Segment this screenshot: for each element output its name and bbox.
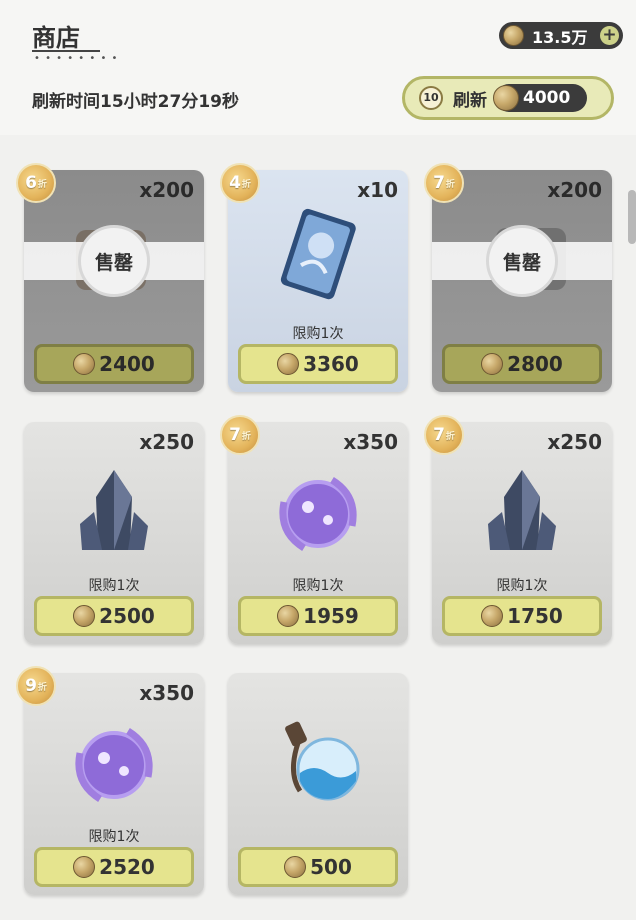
currency-amount: 13.5万 <box>532 27 588 47</box>
discount-suffix: 折 <box>37 179 47 190</box>
discount-value: 7 <box>229 425 241 445</box>
item-price: 2400 <box>99 352 155 376</box>
discount-suffix: 折 <box>241 431 251 442</box>
item-quantity: x250 <box>547 430 602 454</box>
item-price: 1750 <box>507 604 563 628</box>
refresh-timer: 刷新时间15小时27分19秒 <box>32 92 239 112</box>
page-title: 商店 <box>32 24 80 52</box>
discount-badge: 7折 <box>424 415 464 455</box>
coin-icon <box>277 353 300 375</box>
refresh-cost: 4000 <box>493 84 587 112</box>
coin-icon <box>481 353 504 375</box>
coin-icon <box>481 605 504 627</box>
discount-badge: 9折 <box>16 666 56 706</box>
purchase-limit: 限购1次 <box>496 578 548 594</box>
crystal-icon <box>488 470 556 550</box>
discount-value: 7 <box>433 425 445 445</box>
shop-item-card[interactable]: x200 售罄 2400 6折 <box>16 163 204 392</box>
coin-icon <box>73 856 96 878</box>
purple-orb-icon <box>75 728 153 802</box>
item-quantity: x200 <box>547 178 602 202</box>
coin-icon <box>277 605 300 627</box>
coin-icon <box>493 85 519 111</box>
shop-item-card[interactable]: x350 限购1次 2520 9折 <box>16 666 204 895</box>
item-price: 2800 <box>507 352 563 376</box>
card-item-icon <box>280 208 356 300</box>
buy-button[interactable]: 2500 <box>34 596 194 636</box>
item-price: 1959 <box>303 604 359 628</box>
discount-suffix: 折 <box>37 682 47 693</box>
shop-item-card[interactable]: x250 限购1次 2500 <box>24 422 204 644</box>
refresh-label: 刷新 <box>453 90 487 111</box>
shop-header: 商店 • • • • • • • • 13.5万 + 刷新时间15小时27分19… <box>0 0 636 135</box>
item-price: 500 <box>310 855 352 879</box>
item-quantity: x350 <box>343 430 398 454</box>
refresh-count-badge: 10 <box>419 86 443 110</box>
item-price: 3360 <box>303 352 359 376</box>
item-price: 2500 <box>99 604 155 628</box>
discount-badge: 6折 <box>16 163 56 203</box>
buy-button[interactable]: 2400 <box>34 344 194 384</box>
purchase-limit: 限购1次 <box>292 578 344 594</box>
item-quantity: x10 <box>357 178 398 202</box>
discount-suffix: 折 <box>445 431 455 442</box>
item-quantity: x200 <box>139 178 194 202</box>
purchase-limit: 限购1次 <box>292 326 344 342</box>
buy-button[interactable]: 500 <box>238 847 398 887</box>
purchase-limit: 限购1次 <box>88 829 140 845</box>
shop-item-card[interactable]: x200 售罄 2800 7折 <box>424 163 612 392</box>
blue-potion-icon <box>285 721 360 801</box>
shop-item-card[interactable]: 500 <box>228 673 408 895</box>
coin-icon <box>73 353 96 375</box>
crystal-icon <box>80 470 148 550</box>
shop-item-card[interactable]: x10 限购1次 3360 4折 <box>220 163 408 392</box>
coin-icon <box>503 25 524 46</box>
buy-button[interactable]: 1959 <box>238 596 398 636</box>
shop-item-card[interactable]: x350 限购1次 1959 7折 <box>220 415 408 644</box>
title-underline <box>32 50 100 52</box>
buy-button[interactable]: 3360 <box>238 344 398 384</box>
discount-suffix: 折 <box>241 179 251 190</box>
refresh-cost-value: 4000 <box>523 88 571 108</box>
purple-orb-icon <box>279 477 357 551</box>
discount-value: 9 <box>25 676 37 696</box>
shop-item-card[interactable]: x250 限购1次 1750 7折 <box>424 415 612 644</box>
discount-value: 6 <box>25 173 37 193</box>
sold-out-label: 售罄 <box>486 225 558 297</box>
add-currency-button[interactable]: + <box>600 26 619 45</box>
item-quantity: x250 <box>139 430 194 454</box>
currency-display: 13.5万 + <box>499 22 623 49</box>
item-quantity: x350 <box>139 681 194 705</box>
title-dots: • • • • • • • • <box>34 53 119 64</box>
buy-button[interactable]: 1750 <box>442 596 602 636</box>
discount-value: 4 <box>229 173 241 193</box>
discount-badge: 4折 <box>220 163 260 203</box>
refresh-button[interactable]: 10 刷新 4000 <box>402 76 614 120</box>
scrollbar[interactable] <box>628 190 636 244</box>
item-price: 2520 <box>99 855 155 879</box>
discount-suffix: 折 <box>445 179 455 190</box>
buy-button[interactable]: 2520 <box>34 847 194 887</box>
purchase-limit: 限购1次 <box>88 578 140 594</box>
buy-button[interactable]: 2800 <box>442 344 602 384</box>
discount-badge: 7折 <box>220 415 260 455</box>
coin-icon <box>73 605 96 627</box>
sold-out-label: 售罄 <box>78 225 150 297</box>
discount-value: 7 <box>433 173 445 193</box>
discount-badge: 7折 <box>424 163 464 203</box>
coin-icon <box>284 856 307 878</box>
